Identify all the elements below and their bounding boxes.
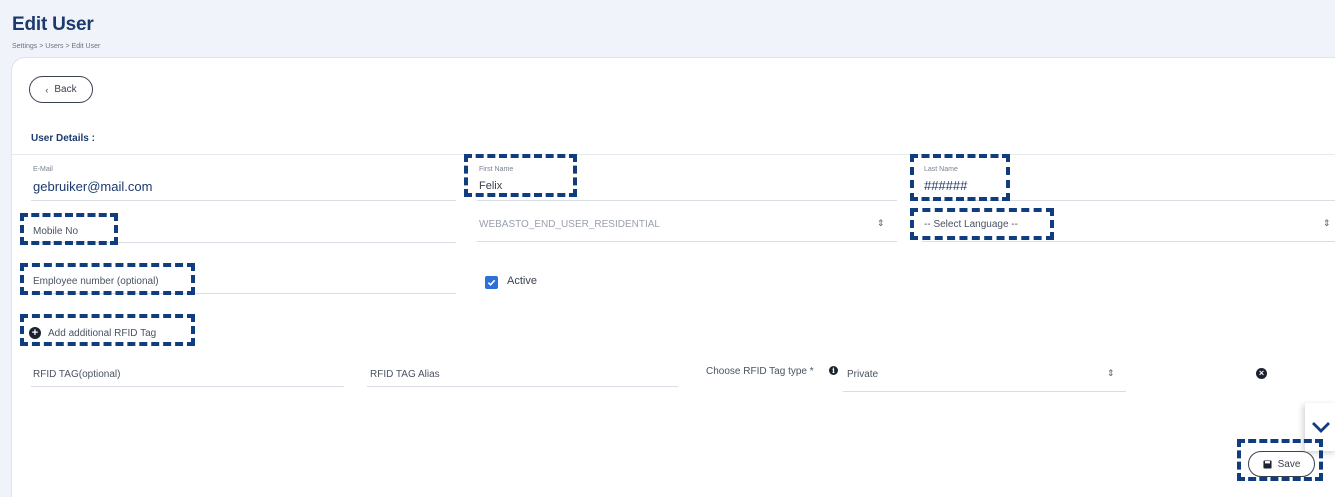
rfid-type-label: Choose RFID Tag type *: [706, 366, 814, 377]
chevron-down-icon: [1312, 422, 1330, 433]
sort-caret-icon: ⇕: [1107, 368, 1115, 378]
active-checkbox[interactable]: [485, 276, 498, 289]
sort-caret-icon: ⇕: [1323, 218, 1331, 228]
rfid-alias-input[interactable]: RFID TAG Alias: [370, 369, 440, 380]
save-highlight: [1237, 439, 1323, 481]
section-title-user-details: User Details :: [31, 133, 95, 144]
info-icon[interactable]: i: [829, 366, 838, 375]
employee-number-highlight: [20, 263, 195, 295]
breadcrumb[interactable]: Settings > Users > Edit User: [12, 43, 100, 50]
back-button[interactable]: ‹ Back: [29, 76, 93, 103]
role-select[interactable]: WEBASTO_END_USER_RESIDENTIAL: [479, 219, 660, 230]
form-card: [11, 57, 1335, 497]
rfid-type-underline: [843, 391, 1126, 392]
check-icon: [487, 279, 496, 286]
language-highlight: [910, 208, 1054, 240]
rfid-type-select[interactable]: Private: [847, 369, 878, 380]
rfid-alias-underline: [367, 386, 678, 387]
language-underline: [922, 241, 1335, 242]
sort-caret-icon: ⇕: [877, 218, 885, 228]
first-name-underline: [477, 200, 897, 201]
email-label: E-Mail: [33, 166, 53, 173]
email-value[interactable]: gebruiker@mail.com: [33, 179, 152, 194]
section-divider: [12, 154, 1335, 155]
first-name-highlight: [464, 154, 577, 197]
back-button-label: Back: [54, 84, 77, 95]
chevron-left-icon: ‹: [45, 84, 49, 95]
remove-rfid-close-icon[interactable]: ×: [1256, 368, 1267, 379]
role-underline: [477, 241, 897, 242]
rfid-tag-underline: [31, 386, 344, 387]
add-rfid-highlight: [20, 314, 195, 346]
last-name-highlight: [910, 154, 1010, 201]
active-label: Active: [507, 275, 537, 287]
email-underline: [31, 200, 456, 201]
mobile-highlight: [20, 213, 118, 245]
rfid-tag-input[interactable]: RFID TAG(optional): [33, 369, 120, 380]
page-title: Edit User: [12, 14, 94, 35]
